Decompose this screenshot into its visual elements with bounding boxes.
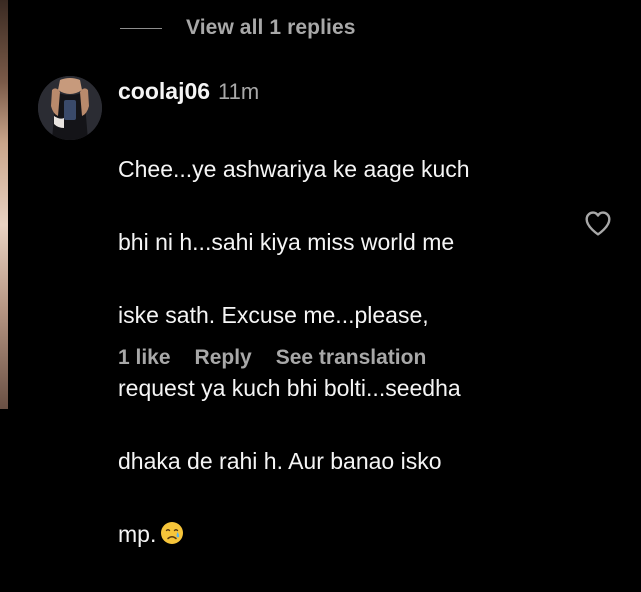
avatar[interactable] bbox=[38, 76, 102, 140]
reply-button[interactable]: Reply bbox=[195, 346, 252, 370]
comment-line: mp. bbox=[118, 520, 157, 547]
crying-face-emoji-icon bbox=[160, 519, 184, 556]
likes-count-button[interactable]: 1 like bbox=[118, 346, 171, 370]
background-photo-edge bbox=[0, 0, 8, 409]
comment-last-line: mp. bbox=[118, 516, 568, 556]
replies-divider-line bbox=[120, 27, 162, 29]
comment-line: request ya kuch bhi bolti...seedha bbox=[118, 374, 461, 401]
comment-line: iske sath. Excuse me...please, bbox=[118, 301, 429, 328]
comment-username[interactable]: coolaj06 bbox=[118, 78, 210, 105]
comment-header: coolaj06 11m bbox=[118, 78, 568, 114]
heart-outline-icon[interactable] bbox=[582, 207, 614, 239]
comment-actions: 1 like Reply See translation bbox=[118, 346, 426, 370]
view-replies-button[interactable]: View all 1 replies bbox=[120, 13, 356, 43]
comment: coolaj06 11m Chee...ye ashwariya ke aage… bbox=[118, 78, 568, 592]
comment-line: Chee...ye ashwariya ke aage kuch bbox=[118, 155, 470, 182]
view-replies-label: View all 1 replies bbox=[186, 16, 356, 39]
comment-timestamp: 11m bbox=[218, 79, 260, 104]
comment-line: bhi ni h...sahi kiya miss world me bbox=[118, 228, 455, 255]
comment-line: dhaka de rahi h. Aur banao isko bbox=[118, 447, 442, 474]
see-translation-button[interactable]: See translation bbox=[276, 346, 427, 370]
avatar-photo bbox=[38, 76, 102, 140]
